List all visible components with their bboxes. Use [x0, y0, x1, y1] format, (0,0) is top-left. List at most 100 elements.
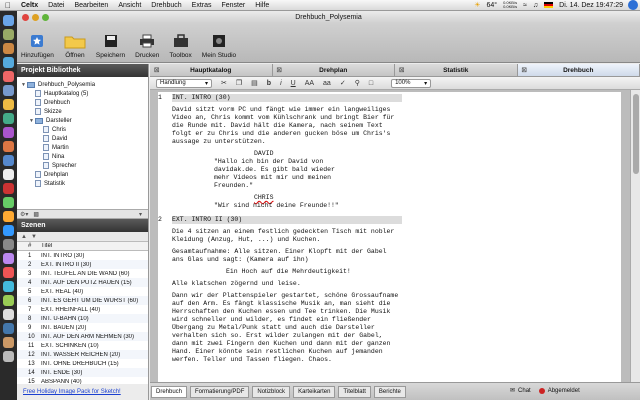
dock-app-icon[interactable] — [3, 267, 14, 278]
action-line[interactable]: folgt er zu Chris und die anderen gucken… — [172, 130, 390, 138]
chat-status[interactable]: ✉ Chat Abgemeldet — [510, 387, 580, 394]
uppercase-button[interactable]: AA — [305, 80, 314, 87]
tree-item[interactable]: Skizze — [17, 107, 148, 116]
dock-app-icon[interactable] — [3, 29, 14, 40]
dock-app-icon[interactable] — [3, 71, 14, 82]
scene-row[interactable]: 2 EXT. INTRO II (30) — [17, 260, 148, 269]
tree-item[interactable]: ▼ Drehbuch_Polysemia — [17, 80, 148, 89]
action-line[interactable]: Kleidung (Anzug, Hut, ...) und Kuchen. — [172, 236, 320, 244]
dock-app-icon[interactable] — [3, 281, 14, 292]
action-line[interactable]: auf den Arm. Es fängt klassische Musik a… — [172, 300, 390, 308]
apple-menu-icon[interactable]:  — [0, 1, 16, 10]
tree-item[interactable]: Martin — [17, 143, 148, 152]
dialogue-line[interactable]: mehr Videos mit mir und meinen — [214, 174, 331, 182]
action-line[interactable]: werfen. Teller und Tassen fliegen. Chaos… — [172, 356, 332, 364]
dock-app-icon[interactable] — [3, 253, 14, 264]
btab-titelblatt[interactable]: Titelblatt — [338, 385, 371, 398]
action-line[interactable]: Herrschaften den Kuchen essen und Tee tr… — [172, 308, 390, 316]
add-button[interactable]: Hinzufügen — [21, 32, 54, 59]
scrollbar-thumb[interactable] — [633, 94, 639, 174]
action-line[interactable]: David sitzt vorm PC und fängt wie immer … — [172, 106, 390, 114]
zoom-select[interactable]: 100% ▾ — [391, 78, 432, 88]
action-line[interactable]: Übergang zu Metal/Punk statt und auch di… — [172, 324, 375, 332]
dock-app-icon[interactable] — [3, 113, 14, 124]
scene-down-icon[interactable]: ▼ — [31, 234, 37, 240]
btab-karteikarten[interactable]: Karteikarten — [293, 385, 336, 398]
script-page[interactable]: 1 INT. INTRO (30) David sitzt vorm PC un… — [158, 92, 621, 382]
dock-finder-icon[interactable] — [3, 15, 14, 26]
menu-datei[interactable]: Datei — [43, 2, 69, 9]
vertical-scrollbar[interactable] — [630, 90, 640, 382]
dock-app-icon[interactable] — [3, 141, 14, 152]
scene-row[interactable]: 14 INT. ENDE (30) — [17, 368, 148, 377]
dialogue-line[interactable]: davidak.de. Es gibt bald wieder — [214, 166, 335, 174]
paste-icon[interactable]: ▤ — [251, 79, 258, 87]
tree-item[interactable]: Statistik — [17, 179, 148, 188]
scene-up-icon[interactable]: ▲ — [21, 234, 27, 240]
scene-row[interactable]: 9 INT. BAUEN (20) — [17, 323, 148, 332]
tree-item[interactable]: Hauptkatalog (5) — [17, 89, 148, 98]
scene-row[interactable]: 5 EXT. REAL (40) — [17, 287, 148, 296]
scene-row[interactable]: 13 INT. OHNE DREHBUCH (15) — [17, 359, 148, 368]
dock-app-icon[interactable] — [3, 169, 14, 180]
dock-app-icon[interactable] — [3, 309, 14, 320]
dock-trash-icon[interactable] — [3, 351, 14, 362]
action-line[interactable]: ans Glas und sagt: (Kamera auf ihn) — [172, 256, 309, 264]
flag-icon[interactable] — [544, 2, 554, 8]
menu-app-name[interactable]: Celtx — [16, 2, 43, 9]
cut-icon[interactable]: ✂ — [221, 79, 227, 87]
dock-app-icon[interactable] — [3, 337, 14, 348]
wifi-icon[interactable]: ≈ — [520, 2, 530, 9]
action-line[interactable]: wird schneller und wilder, es findet ein… — [172, 316, 371, 324]
dock-app-icon[interactable] — [3, 323, 14, 334]
open-button[interactable]: Öffnen — [64, 32, 86, 59]
scene-row[interactable]: 3 INT. TEUFEL AN DIE WAND (60) — [17, 269, 148, 278]
spellcheck-icon[interactable]: ✓ — [340, 79, 346, 87]
tab-drehbuch[interactable]: ☒ Drehbuch — [517, 64, 640, 76]
character-name[interactable]: CHRIS — [254, 194, 274, 202]
action-line[interactable]: Die 4 sitzen an einem festlich gedeckten… — [172, 228, 394, 236]
tree-item[interactable]: Drehbuch — [17, 98, 148, 107]
btab-drehbuch[interactable]: Drehbuch — [151, 385, 188, 398]
menu-extras[interactable]: Extras — [187, 2, 217, 9]
menu-drehbuch[interactable]: Drehbuch — [146, 2, 186, 9]
find-icon[interactable]: ⚲ — [355, 79, 360, 87]
weather-icon[interactable]: ☀ — [471, 1, 483, 9]
action-line[interactable]: verhalten sich so. Erst wilder zulangen … — [172, 332, 383, 340]
tree-item[interactable]: Drehplan — [17, 170, 148, 179]
scene-col-title[interactable]: Titel — [41, 243, 148, 249]
tab-hauptkatalog[interactable]: ☒ Hauptkatalog — [150, 64, 273, 76]
character-name[interactable]: DAVID — [254, 150, 274, 158]
tab-drehplan[interactable]: ☒ Drehplan — [273, 64, 395, 76]
dock-app-icon[interactable] — [3, 197, 14, 208]
action-line[interactable]: Video an, Chris kommt vom Kühlschrank un… — [172, 114, 394, 122]
dialogue-line[interactable]: "Hallo ich bin der David von — [214, 158, 323, 166]
dock-app-icon[interactable] — [3, 155, 14, 166]
underline-button[interactable]: U — [291, 80, 296, 87]
splitter-handle[interactable]: ▾ — [139, 211, 142, 218]
add-folder-icon[interactable]: ▩ — [33, 211, 39, 218]
scene-heading[interactable]: INT. INTRO (30) — [172, 94, 402, 102]
dock-app-icon[interactable] — [3, 57, 14, 68]
tree-item[interactable]: ▼ Darsteller — [17, 116, 148, 125]
clock[interactable]: Di. 14. Dez 19:47:29 — [556, 2, 626, 9]
print-button[interactable]: Drucken — [135, 32, 159, 59]
action-line[interactable]: Gesamtaufnahme: Alle sitzen. Einer Klopf… — [172, 248, 387, 256]
scene-heading[interactable]: EXT. INTRO II (30) — [172, 216, 402, 224]
dialogue-line[interactable]: "Wir sind nicht deine Freunde!!" — [214, 202, 339, 210]
dock-app-icon[interactable] — [3, 225, 14, 236]
dock-app-icon[interactable] — [3, 99, 14, 110]
italic-button[interactable]: i — [280, 80, 282, 87]
scene-col-num[interactable]: # — [17, 243, 41, 249]
dock-app-icon[interactable] — [3, 211, 14, 222]
dock-app-icon[interactable] — [3, 43, 14, 54]
footer-link[interactable]: Free Holiday Image Pack for Sketch! — [23, 389, 121, 395]
scene-row[interactable]: 4 INT. AUF DEN PUTZ HAUEN (15) — [17, 278, 148, 287]
dialogue-line[interactable]: Freunden." — [214, 182, 253, 190]
dock-app-icon[interactable] — [3, 183, 14, 194]
save-button[interactable]: Speichern — [96, 32, 125, 59]
action-line[interactable]: Alle klatschen zögernd und leise. — [172, 280, 301, 288]
copy-icon[interactable]: ❐ — [236, 79, 242, 87]
element-style-select[interactable]: Handlung ▾ — [156, 78, 212, 88]
menu-ansicht[interactable]: Ansicht — [113, 2, 146, 9]
